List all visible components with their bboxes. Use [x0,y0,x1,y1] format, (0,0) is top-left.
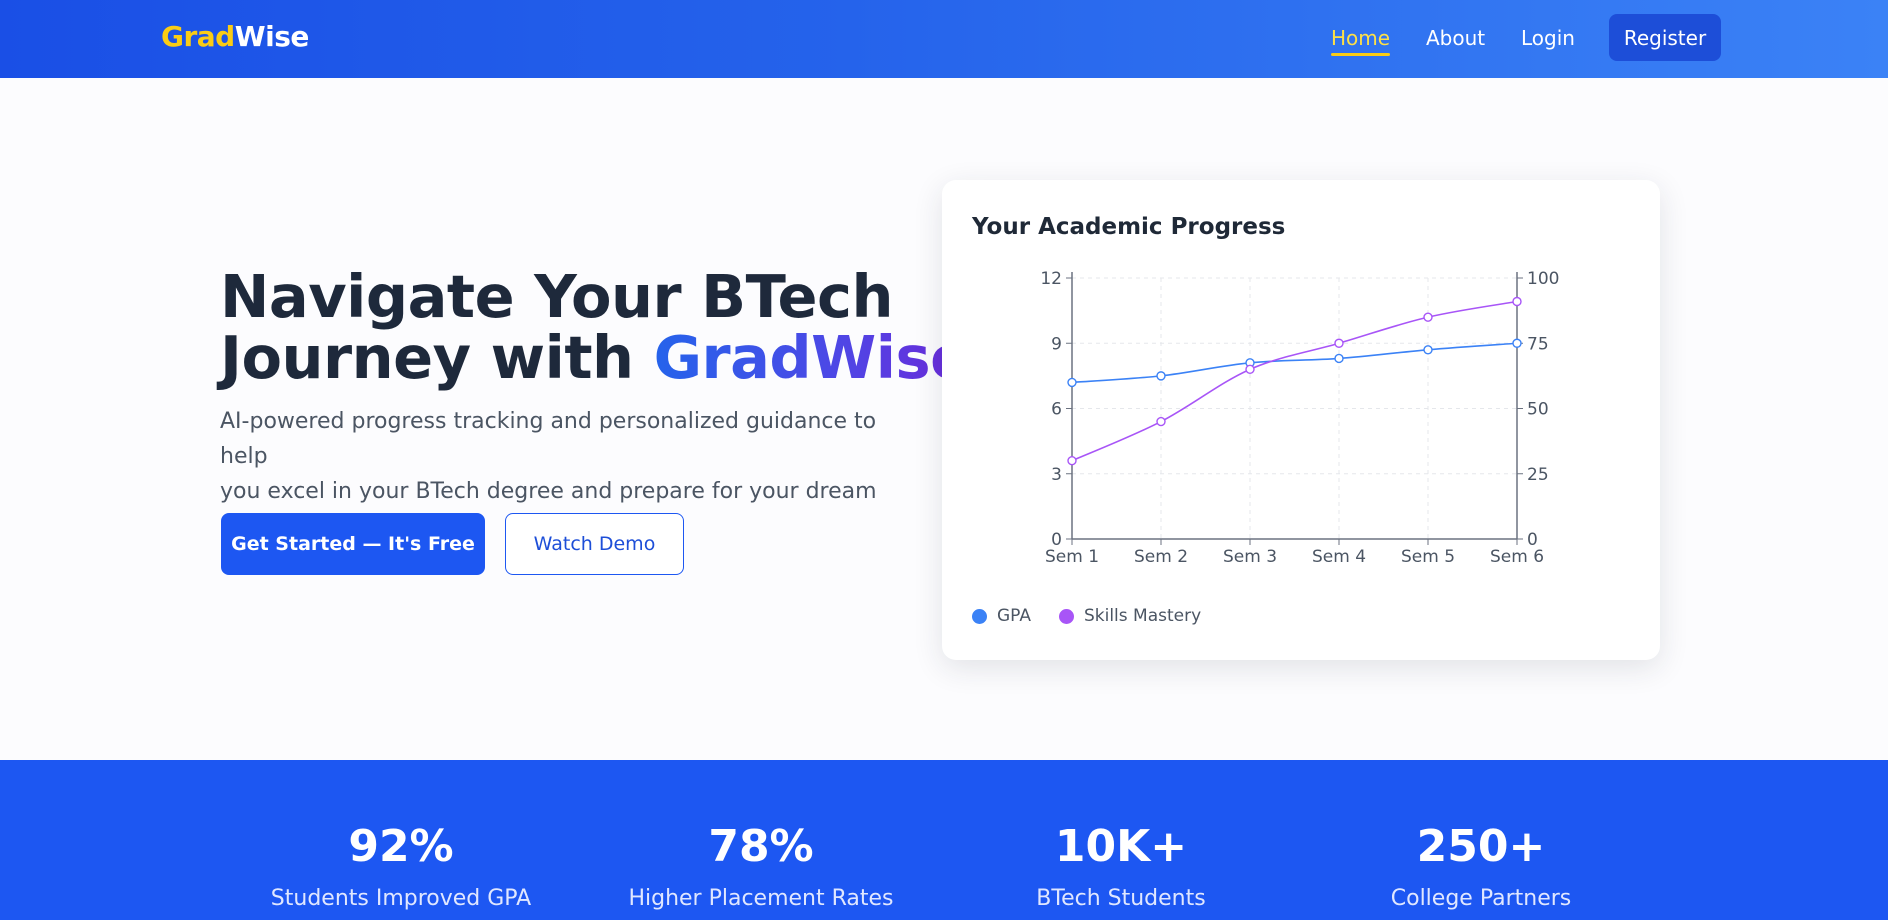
y-right-tick-label: 50 [1527,400,1549,420]
chart-legend: GPA Skills Mastery [972,606,1229,626]
x-tick-label: Sem 3 [1223,547,1277,567]
stat-improved-gpa: 92% Students Improved GPA [251,820,551,911]
data-point-gpa [1156,371,1166,381]
series-line-gpa [1071,342,1518,384]
stat-value: 92% [348,821,454,872]
legend-item-skills[interactable]: Skills Mastery [1058,606,1202,626]
legend-label-gpa: GPA [997,606,1031,626]
stat-label: Students Improved GPA [270,886,532,911]
hero-title: Navigate Your BTech Journey with GradWis… [220,266,970,388]
data-point-gpa [1512,338,1522,348]
get-started-button[interactable]: Get Started — It's Free [221,513,485,575]
nav-active-underline [1331,53,1391,56]
y-left-tick-label: 12 [1040,269,1062,289]
top-navbar: GradWise Home About Login Register [0,0,1888,78]
stat-btech-students: 10K+ BTech Students [971,820,1271,911]
data-point-gpa [1067,377,1077,388]
nav-link-about[interactable]: About [1426,26,1485,50]
logo-text-grad: Grad [161,20,235,53]
stat-value: 78% [708,821,814,872]
data-point-gpa [1334,353,1344,364]
stat-placement-rates: 78% Higher Placement Rates [611,820,911,911]
legend-label-skills: Skills Mastery [1083,606,1202,626]
stat-label: College Partners [1390,886,1572,911]
stat-value: 250+ [1416,821,1546,872]
academic-progress-card: Your Academic Progress 0 3 6 9 12 0 25 50 75 100 S… [942,180,1660,660]
hero-title-line1: Navigate Your BTech [220,262,894,331]
y-right-tick-label: 25 [1527,465,1549,485]
x-tick-label: Sem 6 [1490,547,1544,567]
data-point-skills-mastery [1067,456,1077,466]
gradwise-logo[interactable]: GradWise [161,20,309,53]
x-tick-label: Sem 5 [1401,547,1455,567]
data-point-gpa [1423,345,1433,355]
x-tick-label: Sem 4 [1312,547,1366,567]
stat-label: Higher Placement Rates [628,886,894,911]
y-left-tick-label: 6 [1051,400,1062,420]
stat-label: BTech Students [1036,886,1206,911]
y-left-tick-label: 3 [1051,465,1062,485]
register-button[interactable]: Register [1609,14,1721,61]
x-tick-label: Sem 1 [1045,547,1099,567]
stats-band: 92% Students Improved GPA 78% Higher Pla… [0,760,1888,920]
y-right-tick-label: 100 [1527,269,1559,289]
stat-college-partners: 250+ College Partners [1331,820,1631,911]
nav-link-login[interactable]: Login [1521,26,1575,50]
stat-value: 10K+ [1054,821,1188,872]
hero-subtitle-line1: AI-powered progress tracking and persona… [220,409,877,469]
legend-item-gpa[interactable]: GPA [972,606,1031,626]
x-tick-label: Sem 2 [1134,547,1188,567]
series-line-skills-mastery [1071,300,1518,462]
nav-link-home-label: Home [1331,26,1391,50]
academic-progress-chart: 0369120255075100Sem 1 Sem 2 Sem 3 Sem 4 Sem … [1040,269,1559,567]
legend-dot-skills [1058,608,1074,624]
data-point-skills-mastery [1334,338,1344,348]
data-point-skills-mastery [1245,364,1255,375]
logo-text-wise: Wise [234,20,310,53]
hero-title-accent: GradWise [653,323,971,392]
data-point-skills-mastery [1512,296,1522,307]
y-right-tick-label: 75 [1527,334,1549,354]
nav-link-home[interactable]: Home [1331,26,1391,56]
data-point-skills-mastery [1423,312,1433,322]
legend-dot-gpa [972,608,987,624]
data-point-skills-mastery [1156,416,1166,427]
hero-title-line2-prefix: Journey with [220,323,654,392]
watch-demo-button[interactable]: Watch Demo [505,513,684,575]
y-left-tick-label: 9 [1051,334,1062,354]
